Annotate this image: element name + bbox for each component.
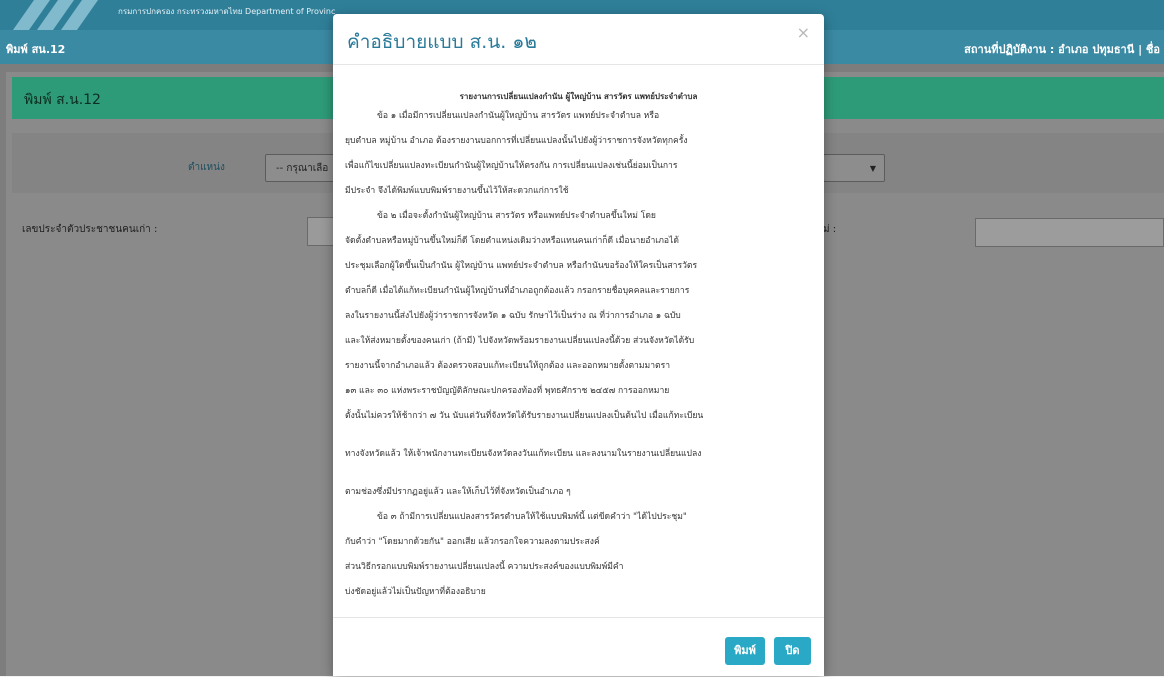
paragraph: ประชุมเลือกผู้ใดขึ้นเป็นกำนัน ผู้ใหญ่บ้า… [345, 261, 698, 271]
paragraph: ส่วนวิธีกรอกแบบพิมพ์รายงานเปลี่ยนแปลงนี้… [345, 562, 624, 572]
document-heading: รายงานการเปลี่ยนแปลงกำนัน ผู้ใหญ่บ้าน สา… [459, 92, 698, 101]
paragraph: ข้อ ๑ เมื่อมีการเปลี่ยนแปลงกำนันผู้ใหญ่บ… [377, 111, 660, 121]
position-label: ตำแหน่ง [188, 162, 225, 173]
secondary-select[interactable]: ▼ [823, 154, 885, 182]
modal-title: คำอธิบายแบบ ส.น. ๑๒ [347, 31, 537, 53]
paragraph: มีประจำ จึงได้พิมพ์แบบพิมพ์รายงานขึ้นไว้… [345, 186, 569, 196]
old-id-label: เลขประจำตัวประชาชนคนเก่า : [22, 224, 158, 235]
paragraph: ข้อ ๓ ถ้ามีการเปลี่ยนแปลงสารวัตรตำบลให้ใ… [377, 512, 687, 522]
paragraph: ตามช่องซึ่งมีปรากฏอยู่แล้ว และให้เก็บไว้… [345, 487, 571, 497]
paragraph: จัดตั้งตำบลหรือหมู่บ้านขึ้นใหม่ก็ดี โดยต… [345, 236, 679, 246]
paragraph: ยุบตำบล หมู่บ้าน อำเภอ ต้องรายงานบอกการท… [345, 136, 688, 146]
close-button[interactable]: ปิด [774, 637, 811, 665]
paragraph: ๑๓ และ ๓๐ แห่งพระราชบัญญัติลักษณะปกครองท… [345, 386, 670, 396]
chevron-down-icon: ▼ [869, 164, 876, 173]
modal-footer: พิมพ์ ปิด [333, 617, 824, 677]
paragraph: รายงานนี้จากอำเภอแล้ว ต้องตรวจสอบแก้ทะเบ… [345, 361, 671, 371]
close-icon[interactable]: × [797, 23, 810, 42]
paragraph: เพื่อแก้ไขเปลี่ยนแปลงทะเบียนกำนันผู้ใหญ่… [345, 161, 678, 171]
modal-header: คำอธิบายแบบ ส.น. ๑๒ × [333, 14, 824, 65]
modal-body: รายงานการเปลี่ยนแปลงกำนัน ผู้ใหญ่บ้าน สา… [333, 65, 824, 617]
paragraph: กับคำว่า "โดยมากด้วยกัน" ออกเสีย แล้วกรอ… [345, 537, 600, 547]
paragraph: ข้อ ๒ เมื่อจะตั้งกำนันผู้ใหญ่บ้าน สารวัต… [377, 211, 656, 221]
paragraph: ทางจังหวัดแล้ว ให้เจ้าพนักงานทะเบียนจังห… [345, 449, 702, 459]
paragraph: ตำบลก็ดี เมื่อได้แก้ทะเบียนกำนันผู้ใหญ่บ… [345, 286, 690, 296]
new-id-input[interactable] [975, 218, 1164, 247]
page-title: พิมพ์ ส.น.12 [24, 92, 101, 108]
paragraph: ตั้งนั้นไม่ควรให้ช้ากว่า ๗ วัน นับแต่วัน… [345, 411, 704, 421]
paragraph: บ่งชัดอยู่แล้วไม่เป็นปัญหาที่ต้องอธิบาย [345, 587, 486, 597]
paragraph: และให้ส่งหมายตั้งของคนเก่า (ถ้ามี) ไปจัง… [345, 336, 695, 346]
department-name: กรมการปกครอง กระทรวงมหาดไทย Department o… [118, 7, 336, 16]
workplace-info: สถานที่ปฏิบัติงาน : อำเภอ ปทุมธานี | ชื่… [964, 43, 1160, 56]
explanation-modal: คำอธิบายแบบ ส.น. ๑๒ × รายงานการเปลี่ยนแป… [333, 14, 824, 676]
print-button[interactable]: พิมพ์ [725, 637, 765, 665]
new-id-label: ม่ : [823, 224, 837, 235]
breadcrumb[interactable]: พิมพ์ สน.12 [6, 40, 65, 58]
paragraph: ลงในรายงานนี้ส่งไปยังผู้ว่าราชการจังหวัด… [345, 311, 681, 321]
